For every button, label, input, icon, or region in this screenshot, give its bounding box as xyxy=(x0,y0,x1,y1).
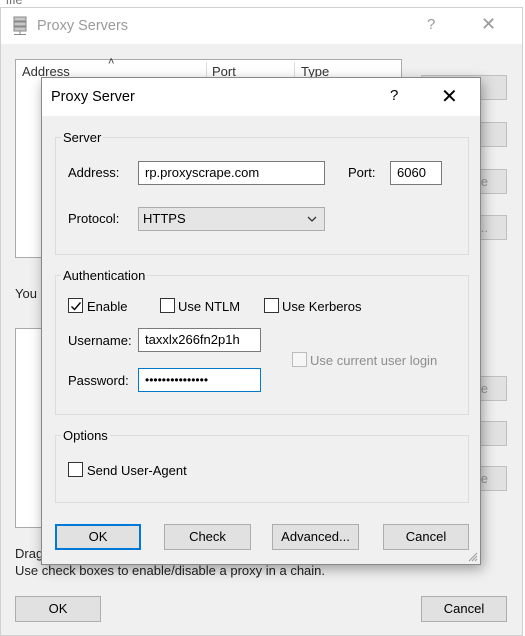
username-label: Username: xyxy=(68,333,132,348)
outer-window-title: Proxy Servers xyxy=(37,18,129,34)
use-kerberos-checkbox[interactable] xyxy=(264,298,279,313)
cancel-button[interactable]: Cancel xyxy=(383,524,469,550)
server-group xyxy=(55,137,469,255)
use-current-user-label[interactable]: Use current user login xyxy=(310,353,437,368)
help-icon[interactable]: ? xyxy=(390,87,398,104)
authentication-group-label: Authentication xyxy=(61,268,148,283)
outer-ok-button[interactable]: OK xyxy=(15,596,101,622)
port-input[interactable]: 6060 xyxy=(390,161,442,185)
outer-titlebar: Proxy Servers ? ✕ xyxy=(1,8,522,44)
password-label: Password: xyxy=(68,373,129,388)
column-separator xyxy=(294,62,295,78)
outer-cancel-button[interactable]: Cancel xyxy=(421,596,507,622)
enable-checkbox[interactable] xyxy=(68,298,83,313)
resize-grip-icon[interactable] xyxy=(466,550,478,562)
outer-close-icon[interactable]: ✕ xyxy=(481,14,496,35)
advanced-button[interactable]: Advanced... xyxy=(272,524,359,550)
port-label: Port: xyxy=(348,165,376,180)
password-input[interactable]: ••••••••••••••• xyxy=(138,368,261,392)
enable-label[interactable]: Enable xyxy=(87,299,127,314)
use-kerberos-label[interactable]: Use Kerberos xyxy=(282,299,361,314)
checkmark-icon xyxy=(71,302,82,311)
dialog-titlebar: Proxy Server ? ✕ xyxy=(42,78,480,116)
chain-hint-text: Use check boxes to enable/disable a prox… xyxy=(15,563,326,578)
protocol-select[interactable]: HTTPS xyxy=(138,207,325,231)
close-icon[interactable]: ✕ xyxy=(441,84,458,109)
protocol-selected-value: HTTPS xyxy=(143,211,186,226)
dialog-title: Proxy Server xyxy=(51,89,135,105)
sort-ascending-icon: ˄ xyxy=(108,56,115,68)
check-button[interactable]: Check xyxy=(164,524,251,550)
server-group-label: Server xyxy=(61,130,104,145)
outer-help-icon[interactable]: ? xyxy=(427,16,435,33)
use-current-user-checkbox[interactable] xyxy=(292,352,307,367)
username-input[interactable]: taxxlx266fn2p1h xyxy=(138,328,261,352)
chevron-down-icon xyxy=(307,216,317,222)
address-label: Address: xyxy=(68,165,120,180)
options-group-label: Options xyxy=(61,428,110,443)
column-separator xyxy=(206,62,207,78)
send-user-agent-checkbox[interactable] xyxy=(68,462,83,477)
drag-instruction-text: Drag xyxy=(15,546,44,561)
use-ntlm-label[interactable]: Use NTLM xyxy=(178,299,240,314)
proxy-server-dialog: Proxy Server ? ✕ Server Address: rp.prox… xyxy=(41,77,481,565)
ok-button[interactable]: OK xyxy=(55,524,141,550)
server-icon xyxy=(13,16,27,35)
protocol-label: Protocol: xyxy=(68,211,120,226)
use-ntlm-checkbox[interactable] xyxy=(160,298,175,313)
partial-background-text: ifie xyxy=(6,0,23,7)
address-input[interactable]: rp.proxyscrape.com xyxy=(138,161,325,185)
send-user-agent-label[interactable]: Send User-Agent xyxy=(87,463,187,478)
